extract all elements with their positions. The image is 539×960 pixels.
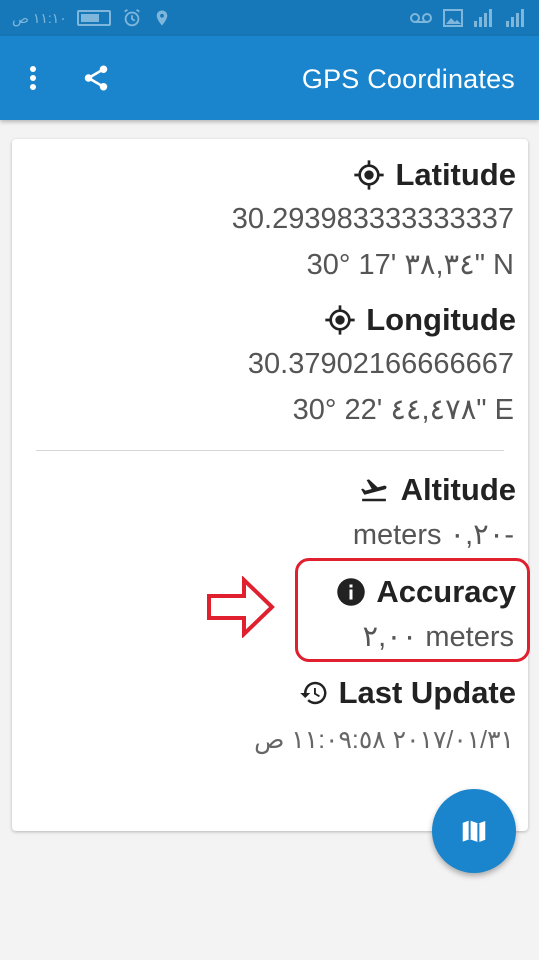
signal-icon xyxy=(473,9,495,27)
latitude-heading: Latitude xyxy=(395,157,516,192)
coordinates-card: Latitude 30.293983333333337 30° 17' ٣٨,٣… xyxy=(12,139,528,831)
status-left: ١١:١٠ ص xyxy=(12,7,171,29)
alarm-icon xyxy=(121,7,143,29)
altitude-value: meters ٠,٢٠- xyxy=(352,519,514,551)
gps-fixed-icon xyxy=(325,305,355,335)
share-icon xyxy=(84,65,108,91)
app-bar: GPS Coordinates xyxy=(0,36,539,120)
more-vert-icon xyxy=(30,66,36,90)
history-icon xyxy=(299,681,327,705)
battery-icon xyxy=(76,10,111,26)
altitude-heading-row: Altitude xyxy=(357,472,516,508)
last-update-value: ٢٠١٧/٠١/٣١ ١١:٠٩:٥٨ ص xyxy=(254,726,514,754)
status-time: ١١:١٠ ص xyxy=(12,9,67,26)
flight-takeoff-icon xyxy=(360,479,387,502)
voicemail-icon xyxy=(409,11,433,25)
longitude-heading: Longitude xyxy=(366,302,516,337)
image-icon xyxy=(443,9,463,27)
longitude-decimal: 30.37902166666667 xyxy=(247,348,514,380)
signal-icon-2 xyxy=(505,9,527,27)
latitude-decimal: 30.293983333333337 xyxy=(231,203,514,235)
latitude-dms: 30° 17' ٣٨,٣٤" N xyxy=(306,249,514,281)
accuracy-highlight-box xyxy=(295,558,530,662)
divider xyxy=(36,450,504,451)
map-button[interactable] xyxy=(432,789,516,873)
gps-fixed-icon xyxy=(354,160,385,190)
location-icon xyxy=(153,7,171,29)
last-update-heading-row: Last Update xyxy=(299,675,516,711)
map-icon xyxy=(462,820,486,843)
annotation-arrow-icon xyxy=(207,576,275,638)
status-right xyxy=(409,9,527,27)
page-title: GPS Coordinates xyxy=(301,64,515,94)
overflow-menu-button[interactable] xyxy=(18,60,48,96)
longitude-heading-row: Longitude xyxy=(324,302,516,338)
altitude-heading: Altitude xyxy=(400,472,516,507)
status-bar: ١١:١٠ ص xyxy=(0,0,539,36)
latitude-heading-row: Latitude xyxy=(353,157,516,193)
last-update-heading: Last Update xyxy=(338,675,516,710)
longitude-dms: 30° 22' ٤٤,٤٧٨" E xyxy=(292,394,514,426)
share-button[interactable] xyxy=(76,60,116,96)
